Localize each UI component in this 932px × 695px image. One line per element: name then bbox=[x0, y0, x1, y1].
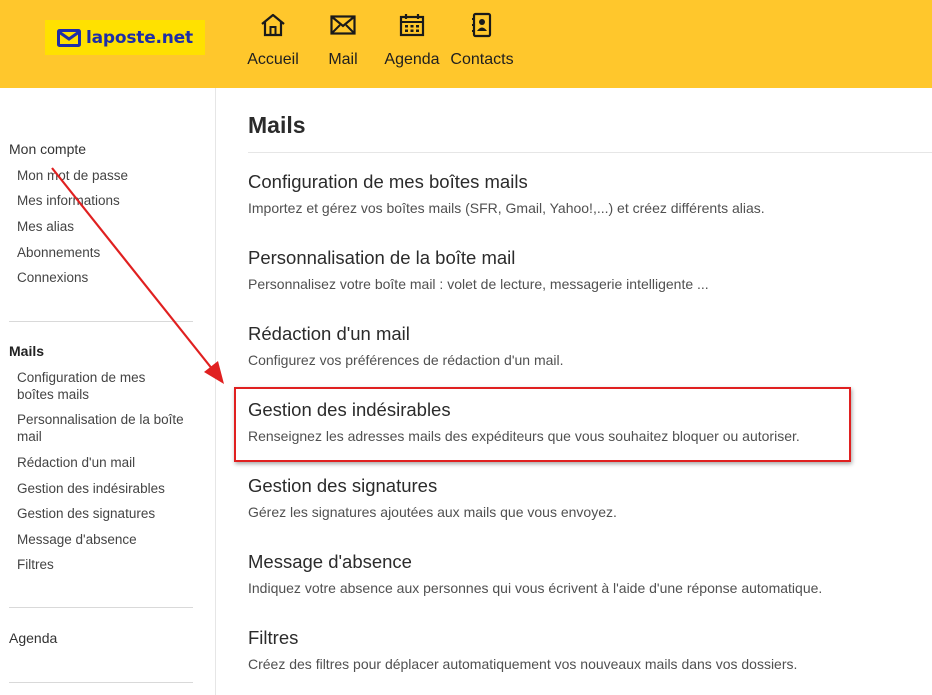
section-title: Personnalisation de la boîte mail bbox=[248, 247, 516, 268]
settings-sidebar: Mon compte Mon mot de passe Mes informat… bbox=[0, 88, 216, 695]
sidebar-item-indesirables[interactable]: Gestion des indésirables bbox=[17, 480, 197, 497]
section-title: Rédaction d'un mail bbox=[248, 323, 410, 344]
section-title: Message d'absence bbox=[248, 551, 412, 572]
nav-agenda-label: Agenda bbox=[384, 51, 440, 68]
calendar-icon bbox=[399, 12, 425, 38]
sidebar-heading-agenda[interactable]: Agenda bbox=[9, 630, 57, 646]
section-filtres[interactable]: Filtres Créez des filtres pour déplacer … bbox=[248, 627, 918, 673]
section-personnalisation[interactable]: Personnalisation de la boîte mail Person… bbox=[248, 247, 918, 293]
section-configuration[interactable]: Configuration de mes boîtes mails Import… bbox=[248, 171, 918, 217]
section-absence[interactable]: Message d'absence Indiquez votre absence… bbox=[248, 551, 918, 597]
sidebar-item-abonnements[interactable]: Abonnements bbox=[17, 244, 197, 261]
section-title: Gestion des signatures bbox=[248, 475, 438, 496]
contacts-icon bbox=[471, 12, 493, 38]
nav-agenda[interactable]: Agenda bbox=[384, 0, 440, 88]
sidebar-item-informations[interactable]: Mes informations bbox=[17, 192, 197, 209]
laposte-logo[interactable]: laposte.net bbox=[45, 20, 205, 55]
sidebar-heading-mon-compte[interactable]: Mon compte bbox=[9, 141, 86, 157]
nav-mail[interactable]: Mail bbox=[326, 0, 360, 88]
sidebar-item-signatures[interactable]: Gestion des signatures bbox=[17, 505, 197, 522]
sidebar-item-configuration[interactable]: Configuration de mes boîtes mails bbox=[17, 369, 167, 403]
title-divider bbox=[248, 152, 932, 153]
sidebar-item-absence[interactable]: Message d'absence bbox=[17, 531, 197, 548]
mail-icon bbox=[330, 12, 356, 38]
section-description: Importez et gérez vos boîtes mails (SFR,… bbox=[248, 200, 765, 216]
section-description: Renseignez les adresses mails des expédi… bbox=[248, 428, 800, 444]
section-description: Configurez vos préférences de rédaction … bbox=[248, 352, 564, 368]
nav-mail-label: Mail bbox=[328, 51, 358, 68]
section-redaction[interactable]: Rédaction d'un mail Configurez vos préfé… bbox=[248, 323, 918, 369]
sidebar-item-personnalisation[interactable]: Personnalisation de la boîte mail bbox=[17, 411, 199, 445]
sidebar-divider bbox=[9, 682, 193, 683]
nav-accueil-label: Accueil bbox=[247, 51, 299, 68]
section-description: Indiquez votre absence aux personnes qui… bbox=[248, 580, 823, 596]
section-title: Configuration de mes boîtes mails bbox=[248, 171, 528, 192]
section-description: Gérez les signatures ajoutées aux mails … bbox=[248, 504, 617, 520]
sidebar-item-filtres[interactable]: Filtres bbox=[17, 556, 197, 573]
page-title: Mails bbox=[248, 112, 306, 138]
envelope-logo-icon bbox=[57, 28, 81, 47]
sidebar-item-connexions[interactable]: Connexions bbox=[17, 269, 197, 286]
sidebar-item-redaction[interactable]: Rédaction d'un mail bbox=[17, 454, 197, 471]
section-description: Créez des filtres pour déplacer automati… bbox=[248, 656, 798, 672]
sidebar-divider bbox=[9, 321, 193, 322]
home-icon bbox=[260, 12, 286, 38]
sidebar-heading-mails[interactable]: Mails bbox=[9, 343, 44, 359]
nav-contacts-label: Contacts bbox=[450, 51, 514, 68]
section-description: Personnalisez votre boîte mail : volet d… bbox=[248, 276, 709, 292]
top-bar: laposte.net Accueil Mail Agenda Contacts bbox=[0, 0, 932, 88]
section-indesirables[interactable]: Gestion des indésirables Renseignez les … bbox=[248, 399, 918, 445]
section-signatures[interactable]: Gestion des signatures Gérez les signatu… bbox=[248, 475, 918, 521]
sidebar-divider bbox=[9, 607, 193, 608]
sidebar-item-mot-de-passe[interactable]: Mon mot de passe bbox=[17, 167, 197, 184]
section-title: Filtres bbox=[248, 627, 299, 648]
sidebar-item-alias[interactable]: Mes alias bbox=[17, 218, 197, 235]
nav-accueil[interactable]: Accueil bbox=[247, 0, 299, 88]
logo-text: laposte.net bbox=[86, 27, 193, 48]
section-title: Gestion des indésirables bbox=[248, 399, 451, 420]
nav-contacts[interactable]: Contacts bbox=[449, 0, 515, 88]
